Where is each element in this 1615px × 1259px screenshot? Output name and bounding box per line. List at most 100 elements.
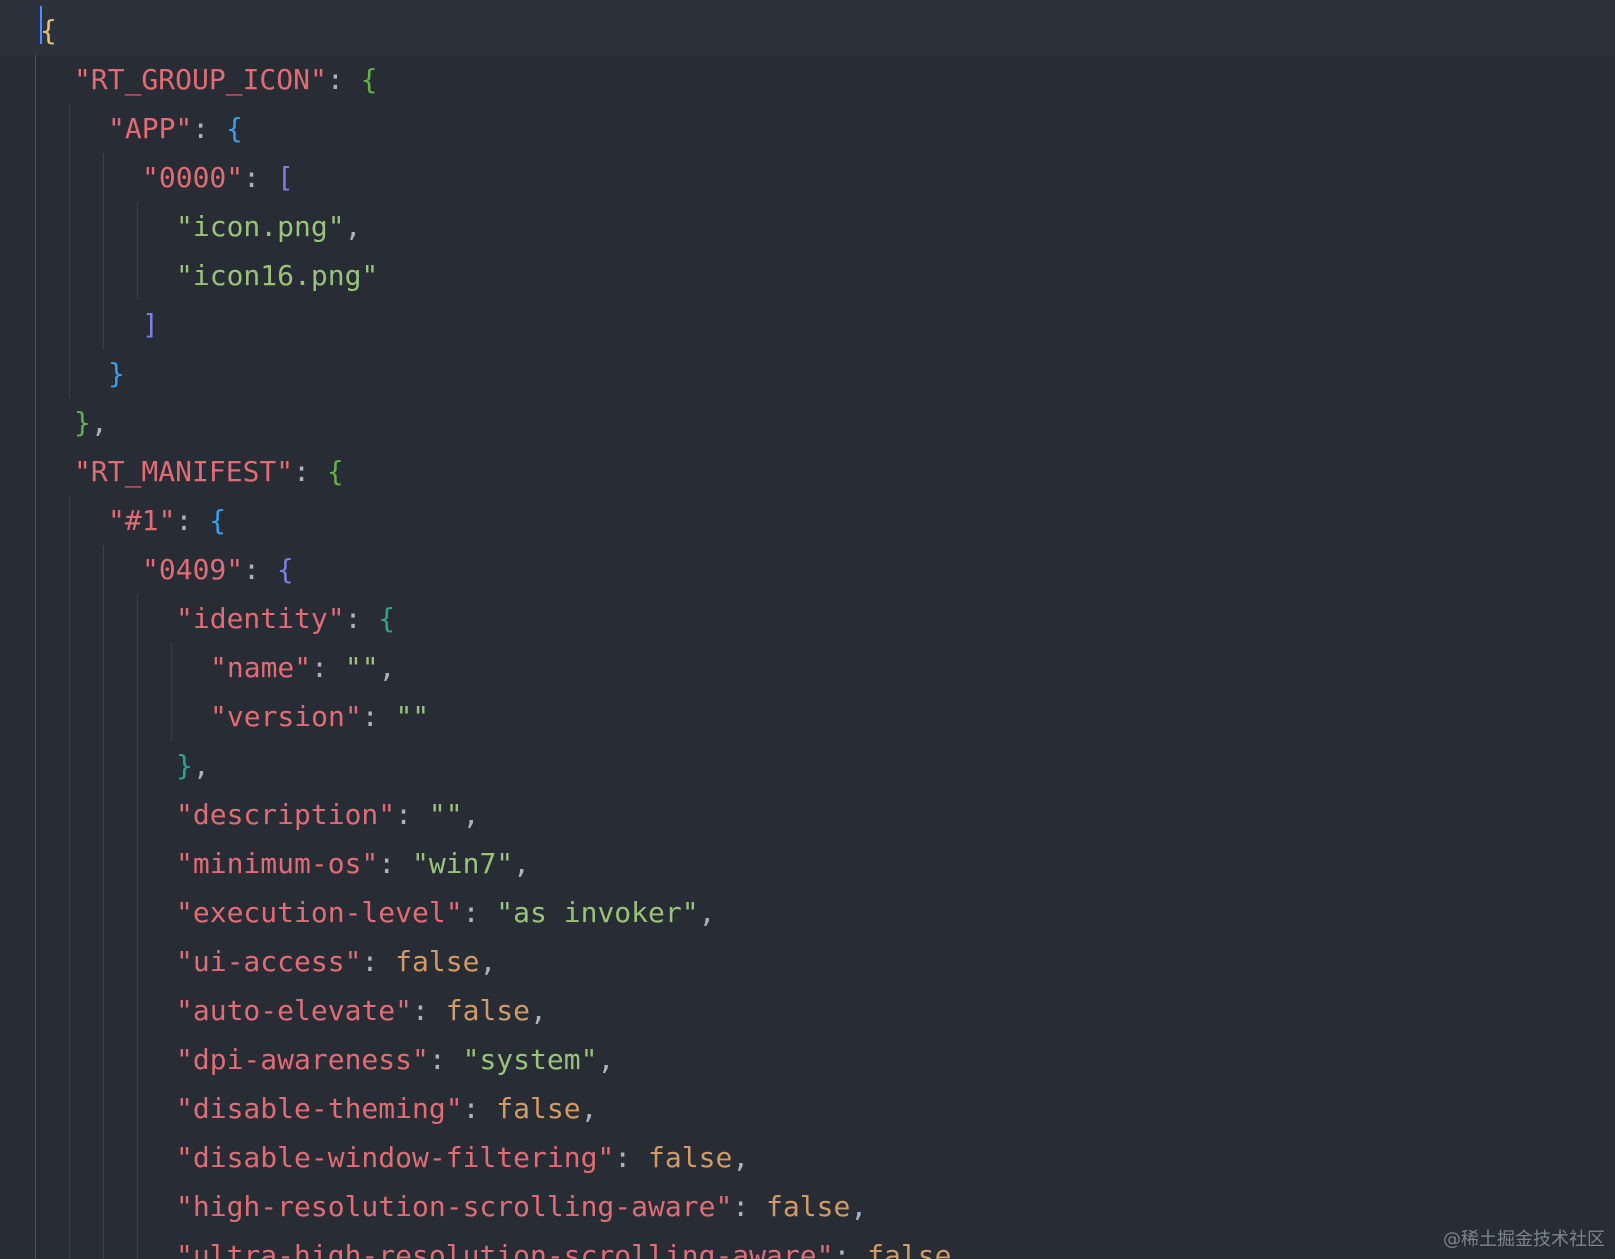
- code-token: ,: [732, 1141, 750, 1174]
- code-line-text: "#1": {: [108, 496, 226, 545]
- code-token: "": [344, 651, 379, 684]
- code-token: :: [361, 945, 396, 978]
- code-line[interactable]: "RT_MANIFEST": {: [0, 447, 1615, 496]
- code-token: :: [326, 63, 361, 96]
- indent-guide: [137, 202, 138, 300]
- code-line-text: "auto-elevate": false,: [176, 986, 547, 1035]
- code-line[interactable]: "icon16.png": [0, 251, 1615, 300]
- text-cursor: [40, 6, 42, 44]
- code-token: ,: [378, 651, 396, 684]
- code-token: :: [243, 161, 277, 194]
- code-token: "system": [462, 1043, 598, 1076]
- code-token: :: [462, 896, 497, 929]
- code-line-text: },: [74, 398, 108, 447]
- code-line[interactable]: "APP": {: [0, 104, 1615, 153]
- code-token: ,: [580, 1092, 598, 1125]
- indent-guide: [171, 643, 172, 741]
- code-token: ,: [698, 896, 716, 929]
- code-token: }: [108, 357, 125, 390]
- code-token: {: [276, 553, 294, 586]
- current-line[interactable]: {: [0, 0, 1615, 55]
- code-line[interactable]: "disable-window-filtering": false,: [0, 1133, 1615, 1182]
- code-token: :: [311, 651, 345, 684]
- code-token: false: [766, 1190, 851, 1223]
- watermark: @稀土掘金技术社区: [1443, 1229, 1605, 1250]
- code-token: "as invoker": [496, 896, 699, 929]
- code-line-text: {: [40, 6, 57, 55]
- code-token: :: [243, 553, 277, 586]
- code-line[interactable]: "name": "",: [0, 643, 1615, 692]
- code-token: {: [326, 455, 344, 488]
- code-token: "high-resolution-scrolling-aware": [176, 1190, 733, 1223]
- code-token: :: [192, 112, 227, 145]
- code-token: "version": [210, 700, 362, 733]
- code-line[interactable]: "ultra-high-resolution-scrolling-aware":…: [0, 1231, 1615, 1259]
- code-token: ,: [530, 994, 547, 1027]
- code-line[interactable]: "#1": {: [0, 496, 1615, 545]
- code-token: "ultra-high-resolution-scrolling-aware": [176, 1239, 834, 1259]
- code-line-text: "APP": {: [108, 104, 243, 153]
- code-line-text: "description": "",: [176, 790, 479, 839]
- code-line-text: "high-resolution-scrolling-aware": false…: [176, 1182, 867, 1231]
- indent-guide: [137, 594, 138, 1259]
- code-token: "description": [176, 798, 396, 831]
- code-token: [: [276, 161, 294, 194]
- code-line[interactable]: "version": "": [0, 692, 1615, 741]
- code-line-text: },: [176, 741, 210, 790]
- code-line[interactable]: "description": "",: [0, 790, 1615, 839]
- code-line-text: "ui-access": false,: [176, 937, 496, 986]
- code-line[interactable]: "minimum-os": "win7",: [0, 839, 1615, 888]
- code-token: ,: [597, 1043, 615, 1076]
- code-line[interactable]: "icon.png",: [0, 202, 1615, 251]
- code-token: "0000": [142, 161, 244, 194]
- code-token: "disable-theming": [176, 1092, 463, 1125]
- indent-guide: [69, 496, 70, 1259]
- code-token: "RT_MANIFEST": [74, 455, 294, 488]
- code-line-text: "dpi-awareness": "system",: [176, 1035, 614, 1084]
- code-line[interactable]: "ui-access": false,: [0, 937, 1615, 986]
- indent-guide: [103, 153, 104, 349]
- code-line[interactable]: }: [0, 349, 1615, 398]
- code-token: {: [226, 112, 243, 145]
- code-editor[interactable]: {"RT_GROUP_ICON": {"APP": {"0000": ["ico…: [0, 0, 1615, 1259]
- code-line[interactable]: "RT_GROUP_ICON": {: [0, 55, 1615, 104]
- code-line[interactable]: "disable-theming": false,: [0, 1084, 1615, 1133]
- code-line[interactable]: ]: [0, 300, 1615, 349]
- code-token: "dpi-awareness": [176, 1043, 429, 1076]
- code-line-text: "identity": {: [176, 594, 395, 643]
- code-line[interactable]: "auto-elevate": false,: [0, 986, 1615, 1035]
- code-line[interactable]: "0409": {: [0, 545, 1615, 594]
- code-token: :: [175, 504, 210, 537]
- indent-guide: [35, 55, 36, 1259]
- code-token: "disable-window-filtering": [176, 1141, 615, 1174]
- code-token: :: [412, 994, 446, 1027]
- code-token: :: [462, 1092, 497, 1125]
- code-token: {: [209, 504, 227, 537]
- code-line[interactable]: "0000": [: [0, 153, 1615, 202]
- code-line-text: "disable-theming": false,: [176, 1084, 597, 1133]
- code-token: :: [293, 455, 327, 488]
- code-line-text: "icon.png",: [176, 202, 361, 251]
- code-line-text: "execution-level": "as invoker",: [176, 888, 715, 937]
- code-token: "icon16.png": [176, 259, 379, 292]
- code-token: :: [732, 1190, 767, 1223]
- code-line-text: "minimum-os": "win7",: [176, 839, 530, 888]
- code-token: ,: [90, 406, 108, 439]
- code-line[interactable]: "high-resolution-scrolling-aware": false…: [0, 1182, 1615, 1231]
- code-token: "auto-elevate": [176, 994, 413, 1027]
- code-token: false: [496, 1092, 581, 1125]
- code-token: }: [176, 749, 193, 782]
- code-token: ]: [142, 308, 159, 341]
- code-line-text: "RT_MANIFEST": {: [74, 447, 344, 496]
- code-line-text: ]: [142, 300, 159, 349]
- code-line-text: "0000": [: [142, 153, 294, 202]
- code-token: "APP": [108, 112, 193, 145]
- indent-guide: [103, 545, 104, 1259]
- code-token: "identity": [176, 602, 345, 635]
- code-line[interactable]: },: [0, 741, 1615, 790]
- code-line[interactable]: "dpi-awareness": "system",: [0, 1035, 1615, 1084]
- code-token: "": [395, 700, 430, 733]
- code-line[interactable]: },: [0, 398, 1615, 447]
- code-line[interactable]: "execution-level": "as invoker",: [0, 888, 1615, 937]
- code-line[interactable]: "identity": {: [0, 594, 1615, 643]
